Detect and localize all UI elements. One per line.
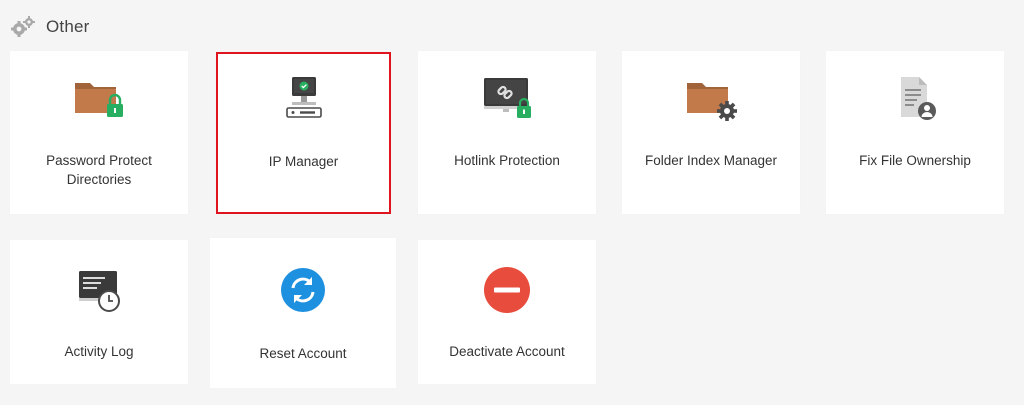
- card-fix-file-ownership[interactable]: Fix File Ownership: [826, 51, 1004, 214]
- card-label: Activity Log: [64, 344, 134, 359]
- card-label: Hotlink Protection: [454, 153, 560, 168]
- card-deactivate-account[interactable]: Deactivate Account: [418, 240, 596, 384]
- folder-lock-icon: [75, 83, 123, 117]
- card-label: Password Protect Directories: [46, 153, 152, 187]
- card-label: Deactivate Account: [449, 344, 565, 359]
- card-activity-log[interactable]: Activity Log: [10, 240, 188, 384]
- card-label: Reset Account: [259, 346, 347, 361]
- card-folder-index-manager[interactable]: Folder Index Manager: [622, 51, 800, 214]
- file-user-icon: [901, 77, 936, 120]
- card-label: Folder Index Manager: [644, 153, 778, 168]
- refresh-icon: [281, 268, 325, 312]
- section-header: Other: [10, 14, 90, 40]
- card-label: Fix File Ownership: [859, 153, 971, 168]
- card-label: IP Manager: [268, 154, 339, 169]
- card-hotlink-protection[interactable]: Hotlink Protection: [418, 51, 596, 214]
- gears-icon: [11, 16, 35, 37]
- card-ip-manager[interactable]: IP Manager: [216, 52, 391, 214]
- section-title: Other: [46, 17, 90, 36]
- card-reset-account[interactable]: Reset Account: [210, 238, 396, 388]
- ip-manager-icon: [285, 77, 322, 118]
- card-password-protect-directories[interactable]: Password Protect Directories: [10, 51, 188, 214]
- hotlink-lock-icon: [484, 78, 531, 118]
- log-clock-icon: [79, 271, 120, 312]
- deactivate-icon: [484, 267, 530, 313]
- folder-gear-icon: [687, 83, 737, 121]
